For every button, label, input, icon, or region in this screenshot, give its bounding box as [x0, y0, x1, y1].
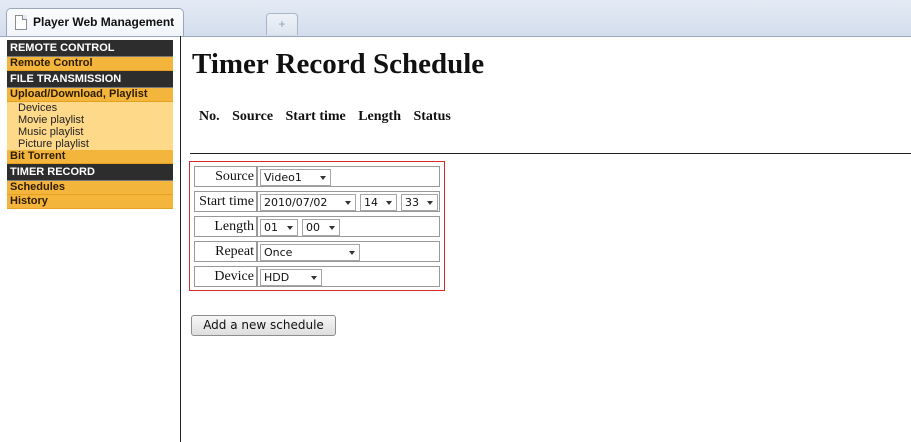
chevron-down-icon [311, 276, 317, 280]
start-date-value: 2010/07/02 [264, 196, 328, 209]
browser-tab-strip: Player Web Management + [0, 0, 911, 37]
sidebar-item-music-playlist[interactable]: Music playlist [7, 126, 173, 138]
start-time-cell: 2010/07/02 14 33 [257, 191, 440, 212]
sidebar-item-picture-playlist[interactable]: Picture playlist [7, 138, 173, 150]
sidebar-item-upload-download-playlist[interactable]: Upload/Download, Playlist [7, 88, 173, 102]
length-minutes-select[interactable]: 00 [302, 219, 340, 236]
sidebar-item-devices[interactable]: Devices [7, 102, 173, 114]
device-label: Device [194, 266, 257, 287]
start-time-label: Start time [194, 191, 257, 212]
chevron-down-icon [345, 201, 351, 205]
chevron-down-icon [386, 201, 392, 205]
page-title: Timer Record Schedule [192, 48, 485, 80]
browser-tab[interactable]: Player Web Management [6, 8, 184, 36]
divider-line [190, 153, 911, 154]
source-label: Source [194, 166, 257, 187]
repeat-cell: Once [257, 241, 440, 262]
start-hour-value: 14 [364, 196, 378, 209]
start-minute-select[interactable]: 33 [401, 194, 438, 211]
source-select[interactable]: Video1 [260, 169, 331, 186]
repeat-label: Repeat [194, 241, 257, 262]
length-hours-value: 01 [264, 221, 278, 234]
length-hours-select[interactable]: 01 [260, 219, 298, 236]
chevron-down-icon [427, 201, 433, 205]
add-new-schedule-button[interactable]: Add a new schedule [191, 315, 336, 336]
column-header-no: No. [199, 109, 220, 124]
column-header-length: Length [358, 109, 402, 124]
chevron-down-icon [287, 226, 293, 230]
length-cell: 01 00 [257, 216, 440, 237]
sidebar-header-timer-record: TIMER RECORD [7, 164, 173, 181]
source-value: Video1 [264, 171, 302, 184]
plus-icon: + [278, 17, 286, 31]
column-header-status: Status [413, 109, 451, 124]
column-header-source: Source [232, 109, 274, 124]
start-minute-value: 33 [405, 196, 419, 209]
repeat-value: Once [264, 246, 293, 259]
sidebar-item-movie-playlist[interactable]: Movie playlist [7, 114, 173, 126]
new-schedule-form: Source Video1 Start time 2010/07/02 14 3… [189, 161, 445, 291]
start-date-select[interactable]: 2010/07/02 [260, 194, 356, 211]
source-cell: Video1 [257, 166, 440, 187]
browser-tab-title: Player Web Management [33, 15, 175, 29]
sidebar-item-schedules[interactable]: Schedules [7, 181, 173, 195]
new-tab-button[interactable]: + [266, 13, 298, 35]
device-cell: HDD [257, 266, 440, 287]
chevron-down-icon [320, 176, 326, 180]
frame-divider [180, 36, 181, 442]
length-label: Length [194, 216, 257, 237]
page-icon [15, 15, 27, 30]
sidebar-header-remote-control: REMOTE CONTROL [7, 40, 173, 57]
sidebar-nav: REMOTE CONTROL Remote Control FILE TRANS… [7, 40, 173, 209]
start-hour-select[interactable]: 14 [360, 194, 397, 211]
length-minutes-value: 00 [306, 221, 320, 234]
chevron-down-icon [349, 251, 355, 255]
device-value: HDD [264, 271, 290, 284]
sidebar-item-remote-control[interactable]: Remote Control [7, 57, 173, 71]
sidebar-header-file-transmission: FILE TRANSMISSION [7, 71, 173, 88]
device-select[interactable]: HDD [260, 269, 322, 286]
sidebar-item-history[interactable]: History [7, 195, 173, 209]
column-header-start-time: Start time [285, 109, 346, 124]
repeat-select[interactable]: Once [260, 244, 360, 261]
schedule-table-header: No. Source Start time Length Status [199, 107, 459, 125]
sidebar-item-bit-torrent[interactable]: Bit Torrent [7, 150, 173, 164]
chevron-down-icon [329, 226, 335, 230]
